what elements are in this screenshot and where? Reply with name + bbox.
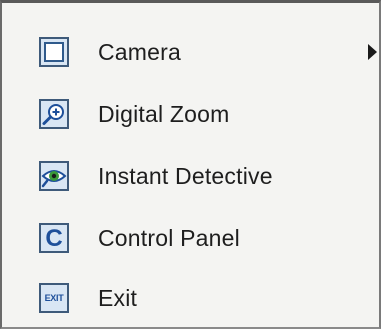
menu-item-label: Exit [98, 284, 138, 311]
camera-square-icon [39, 37, 69, 67]
menu-item-camera[interactable]: Camera [2, 25, 379, 79]
menu-item-digital-zoom[interactable]: Digital Zoom [2, 87, 379, 141]
exit-icon-glyph: EXIT [44, 293, 64, 303]
zoom-icon [39, 99, 69, 129]
menu-item-control-panel[interactable]: C Control Panel [2, 211, 379, 265]
eye-icon [39, 161, 69, 191]
control-panel-icon: C [39, 223, 69, 253]
menu-item-instant-detective[interactable]: Instant Detective [2, 149, 379, 203]
context-menu: Camera Digital Zoom Instant Detective C … [0, 0, 381, 329]
submenu-arrow-icon [368, 44, 377, 60]
exit-icon: EXIT [39, 283, 69, 313]
menu-item-exit[interactable]: EXIT Exit [2, 271, 379, 325]
menu-item-label: Digital Zoom [98, 100, 230, 127]
control-panel-icon-glyph: C [45, 224, 63, 252]
menu-item-label: Control Panel [98, 224, 240, 251]
menu-item-label: Camera [98, 38, 182, 65]
menu-item-label: Instant Detective [98, 162, 273, 189]
